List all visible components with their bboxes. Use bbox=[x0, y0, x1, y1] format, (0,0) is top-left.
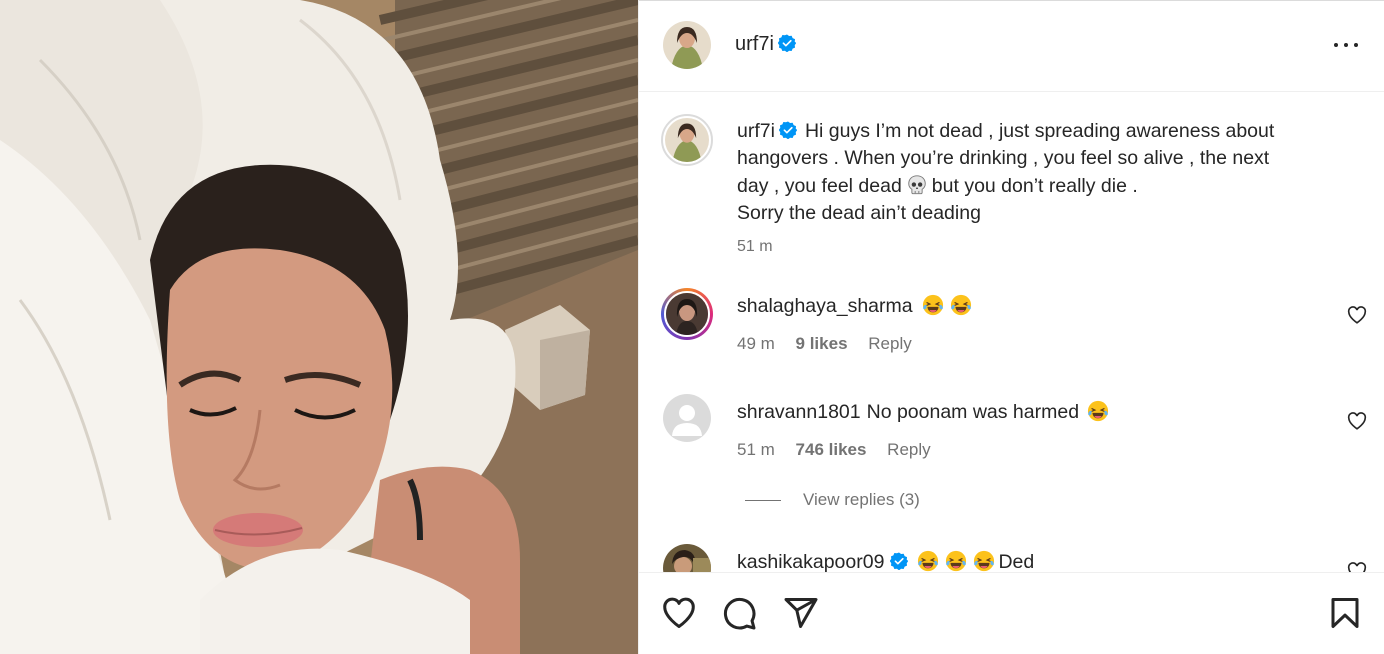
post-header: urf7i bbox=[639, 0, 1384, 92]
caption-username[interactable]: urf7i bbox=[737, 120, 775, 142]
comment-item: kashikakapoor09 Ded bbox=[639, 544, 1384, 572]
comment-heart-icon[interactable] bbox=[1347, 306, 1367, 324]
comment-timestamp[interactable]: 51 m bbox=[737, 440, 775, 459]
comment-body: shalaghaya_sharma bbox=[737, 294, 975, 318]
tears-of-joy-emoji-icon bbox=[974, 550, 995, 572]
bookmark-icon[interactable] bbox=[1327, 595, 1363, 631]
reply-button[interactable]: Reply bbox=[887, 440, 930, 459]
author-username-row[interactable]: urf7i bbox=[735, 33, 796, 56]
comment-text: Ded bbox=[998, 551, 1035, 572]
commenter-avatar[interactable] bbox=[661, 288, 713, 340]
comment-item: shalaghaya_sharma 49 m 9 likes Reply bbox=[639, 288, 1384, 378]
view-replies-label: View replies (3) bbox=[803, 490, 920, 509]
ellipsis-icon-dot bbox=[1344, 43, 1348, 47]
comment-username[interactable]: shravann1801 bbox=[737, 401, 861, 423]
caption-author-avatar[interactable] bbox=[661, 114, 713, 166]
comment-body: shravann1801 No poonam was harmed bbox=[737, 400, 1112, 424]
tears-of-joy-emoji-icon bbox=[1087, 400, 1109, 422]
author-avatar[interactable] bbox=[663, 21, 711, 69]
tears-of-joy-emoji-icon bbox=[950, 294, 971, 316]
post-caption: urf7i Hi guys I’m not dead , just spreadi… bbox=[737, 118, 1347, 227]
skull-emoji-icon bbox=[908, 174, 926, 194]
ellipsis-icon-dot bbox=[1354, 43, 1358, 47]
ellipsis-icon-dot bbox=[1334, 43, 1338, 47]
commenter-avatar[interactable] bbox=[663, 394, 711, 442]
comments-scroll-area[interactable]: urf7i Hi guys I’m not dead , just spreadi… bbox=[639, 92, 1384, 572]
tears-of-joy-emoji-icon bbox=[922, 294, 943, 316]
verified-badge-icon bbox=[890, 552, 909, 570]
tears-of-joy-emoji-icon bbox=[946, 550, 967, 572]
comment-username[interactable]: kashikakapoor09 bbox=[737, 551, 884, 572]
caption-line: but you don’t really die . bbox=[931, 174, 1138, 197]
comment-meta: 49 m 9 likes Reply bbox=[737, 334, 928, 354]
comment-likes[interactable]: 746 likes bbox=[796, 440, 867, 459]
comment-heart-icon[interactable] bbox=[1347, 412, 1367, 430]
comment-meta: 51 m 746 likes Reply bbox=[737, 440, 947, 460]
author-username[interactable]: urf7i bbox=[735, 33, 774, 55]
comment-item: shravann1801 No poonam was harmed 51 m 74… bbox=[639, 394, 1384, 484]
reply-button[interactable]: Reply bbox=[868, 334, 911, 353]
replies-divider bbox=[745, 500, 781, 502]
comment-heart-icon[interactable] bbox=[1347, 562, 1367, 572]
action-bar bbox=[639, 572, 1384, 654]
comment-bubble-icon[interactable] bbox=[721, 595, 757, 631]
caption-line: Hi guys I’m not dead , just spreading aw… bbox=[804, 120, 1275, 142]
paper-plane-icon[interactable] bbox=[783, 595, 819, 631]
tears-of-joy-emoji-icon bbox=[918, 550, 939, 572]
caption-line: hangovers . When you’re drinking , you f… bbox=[737, 147, 1270, 170]
comment-username[interactable]: shalaghaya_sharma bbox=[737, 295, 913, 317]
caption-timestamp[interactable]: 51 m bbox=[737, 238, 773, 256]
more-options-button[interactable] bbox=[1333, 34, 1361, 56]
comment-body: kashikakapoor09 Ded bbox=[737, 550, 1034, 572]
comment-timestamp[interactable]: 49 m bbox=[737, 334, 775, 353]
verified-badge-icon bbox=[777, 34, 796, 52]
post-details-panel: urf7i urf7i Hi guys I’m not dead , just … bbox=[638, 0, 1384, 654]
like-heart-icon[interactable] bbox=[661, 595, 697, 631]
view-replies-button[interactable]: View replies (3) bbox=[745, 490, 920, 510]
verified-badge-icon bbox=[778, 121, 797, 139]
commenter-avatar[interactable] bbox=[663, 544, 711, 572]
caption-line: day , you feel dead bbox=[737, 174, 902, 197]
caption-line: Sorry the dead ain’t deading bbox=[737, 201, 981, 224]
comment-text: No poonam was harmed bbox=[866, 401, 1080, 423]
post-photo bbox=[0, 0, 638, 654]
comment-likes[interactable]: 9 likes bbox=[796, 334, 848, 353]
